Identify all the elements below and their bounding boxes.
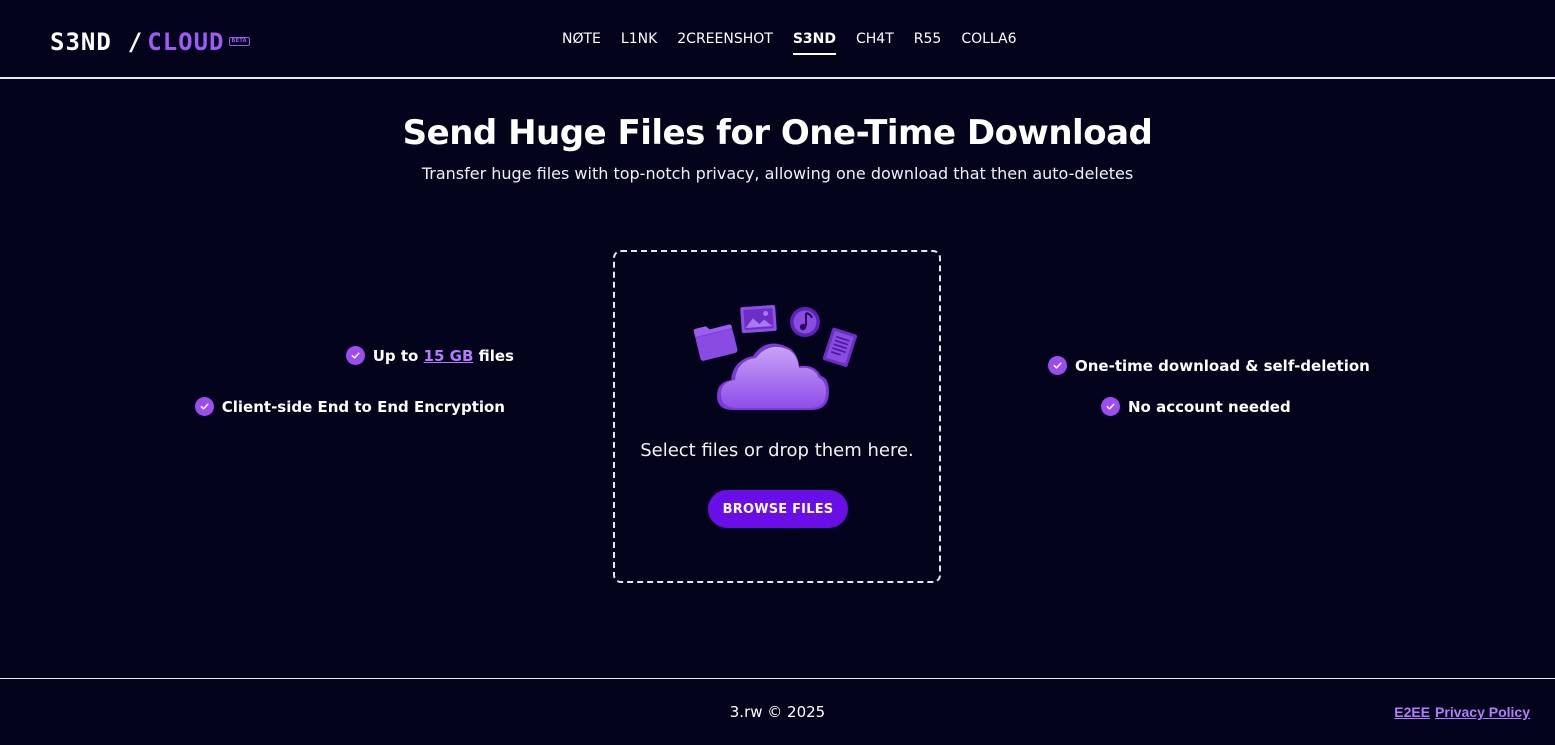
feature-encryption: Client-side End to End Encryption xyxy=(194,397,505,416)
check-circle-icon xyxy=(1048,356,1067,375)
nav-item-collab[interactable]: COLLA6 xyxy=(961,31,1016,55)
browse-files-button[interactable]: BROWSE FILES xyxy=(708,490,848,528)
drop-instructions: Select files or drop them here. xyxy=(640,440,914,461)
nav-item-rss[interactable]: R55 xyxy=(914,31,942,55)
site-footer: 3.rw © 2025 E2EE Privacy Policy xyxy=(0,678,1555,745)
check-circle-icon xyxy=(345,346,365,365)
main-nav: NØTE L1NK 2CREENSHOT S3ND CH4T R55 COLLA… xyxy=(562,31,1017,55)
footer-link-e2ee[interactable]: E2EE xyxy=(1394,704,1430,720)
file-drop-zone[interactable]: Select files or drop them here. BROWSE F… xyxy=(613,250,941,583)
feature-one-time-text: One-time download & self-deletion xyxy=(1075,356,1370,375)
beta-badge: BETA xyxy=(228,36,250,46)
page-title: Send Huge Files for One-Time Download xyxy=(402,113,1153,153)
cloud-upload-illustration-icon xyxy=(693,304,858,410)
nav-item-screenshot[interactable]: 2CREENSHOT xyxy=(677,31,773,55)
check-circle-icon xyxy=(1101,397,1120,416)
feature-one-time: One-time download & self-deletion xyxy=(1048,356,1370,375)
footer-link-privacy-policy[interactable]: Privacy Policy xyxy=(1435,704,1530,720)
nav-item-note[interactable]: NØTE xyxy=(562,31,601,55)
site-header: S3ND / CLOUD BETA NØTE L1NK 2CREENSHOT S… xyxy=(0,0,1555,79)
nav-item-send[interactable]: S3ND xyxy=(792,31,836,55)
feature-size-text: Up to 15 GB files xyxy=(373,347,514,365)
feature-no-account: No account needed xyxy=(1101,397,1291,416)
logo-text-s3nd: S3ND xyxy=(50,28,112,56)
nav-item-chat[interactable]: CH4T xyxy=(856,31,894,55)
logo-slash: / xyxy=(127,28,144,56)
logo[interactable]: S3ND / CLOUD BETA xyxy=(50,28,250,56)
size-limit-link[interactable]: 15 GB xyxy=(424,347,474,365)
feature-size-suffix: files xyxy=(478,346,514,365)
nav-item-link[interactable]: L1NK xyxy=(621,31,657,55)
check-circle-icon xyxy=(194,397,214,416)
feature-size-limit: Up to 15 GB files xyxy=(345,346,514,365)
feature-encryption-text: Client-side End to End Encryption xyxy=(221,397,505,416)
feature-size-prefix: Up to xyxy=(372,346,419,365)
page-subtitle: Transfer huge files with top-notch priva… xyxy=(421,164,1134,183)
feature-no-account-text: No account needed xyxy=(1128,397,1291,416)
copyright-text: 3.rw © 2025 xyxy=(729,703,826,721)
footer-links: E2EE Privacy Policy xyxy=(1394,704,1530,720)
logo-text-cloud: CLOUD xyxy=(147,28,225,56)
